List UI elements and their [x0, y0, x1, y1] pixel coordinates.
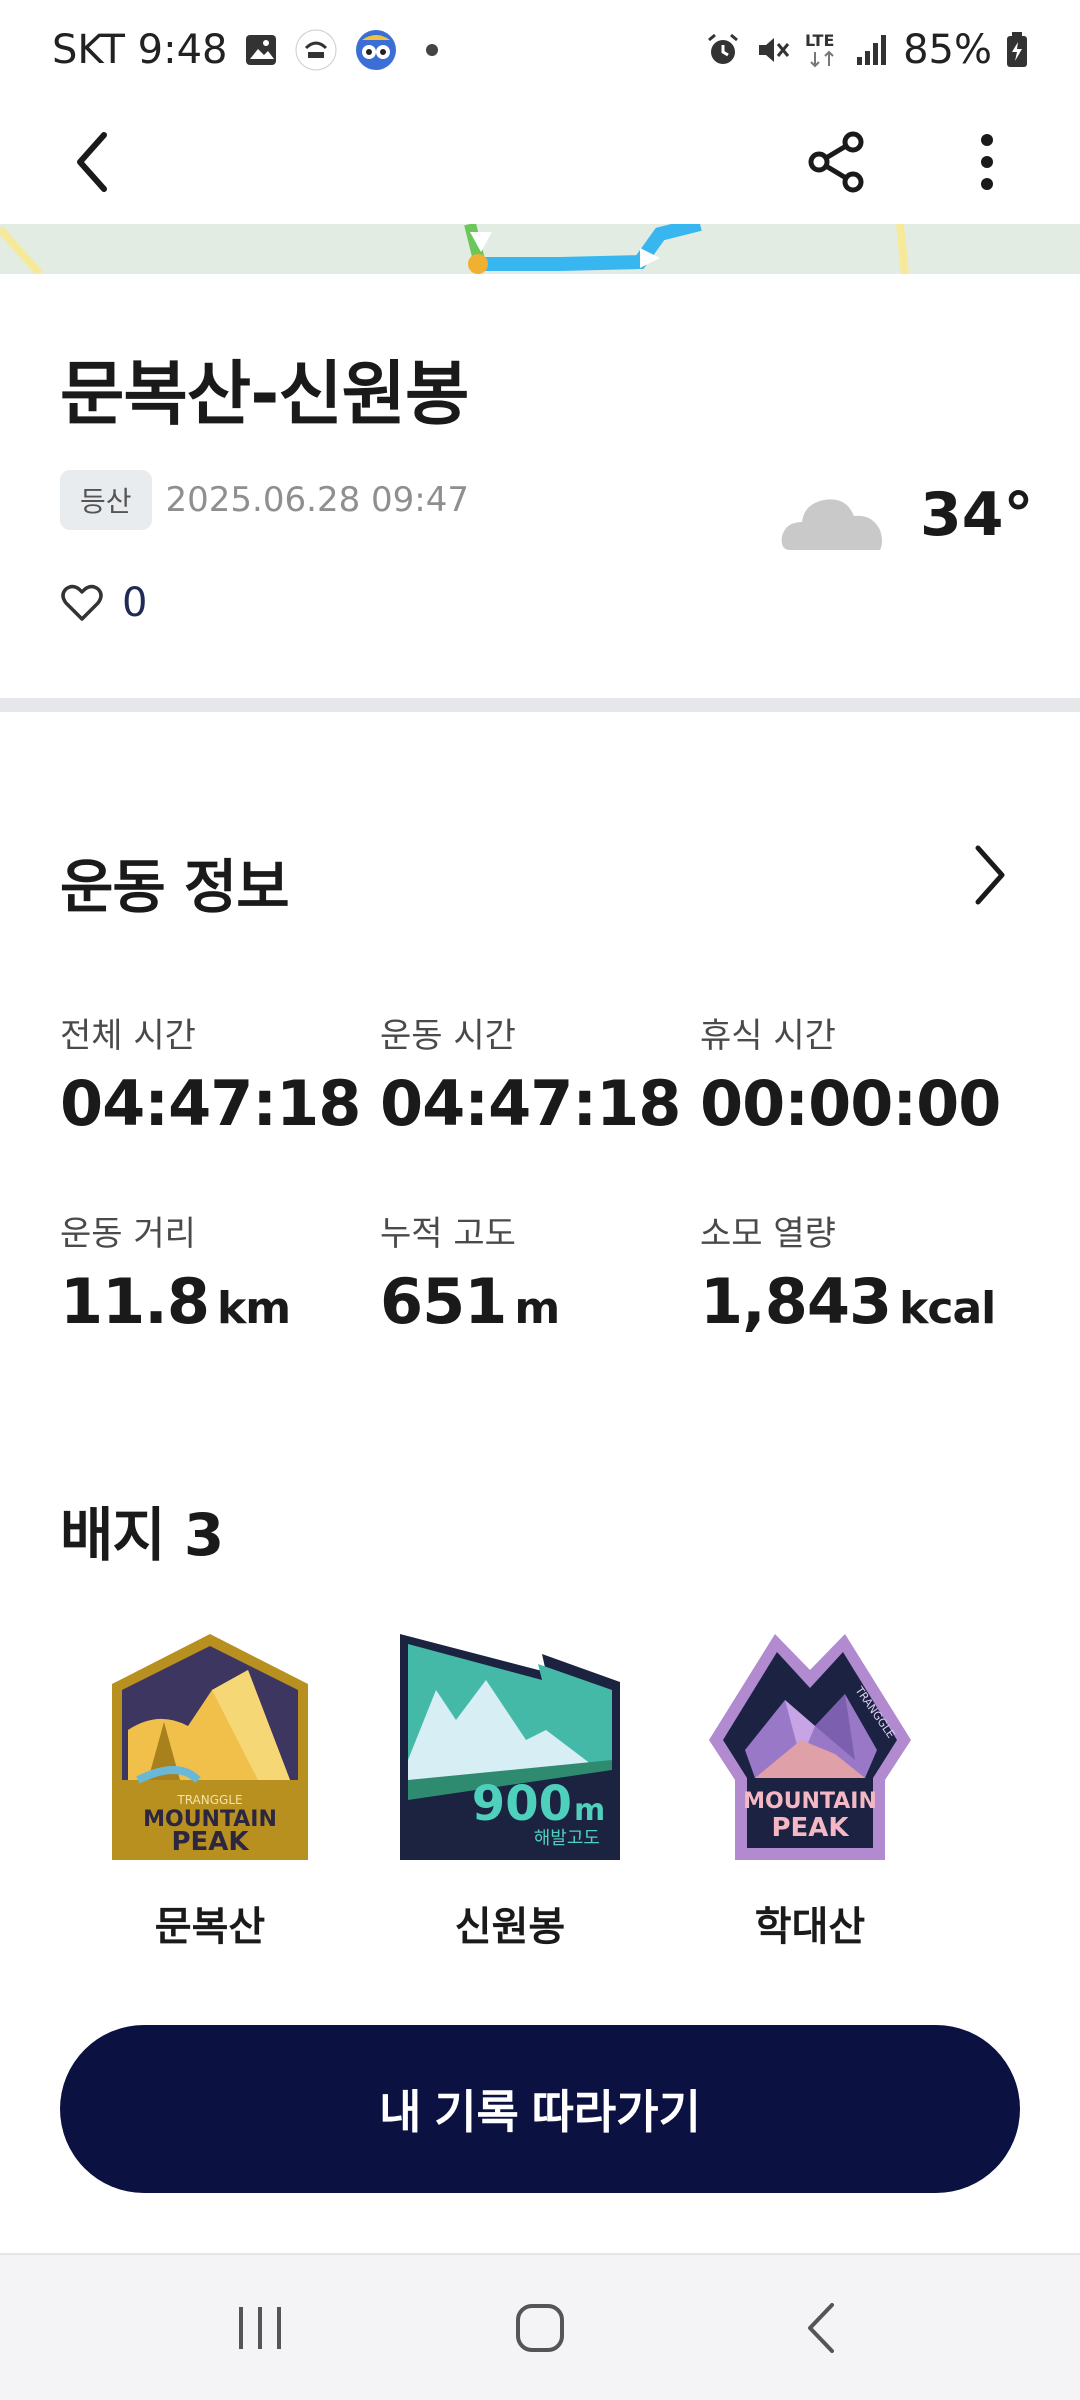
sol-bank-icon [294, 28, 338, 72]
owl-app-icon [354, 28, 398, 72]
route-map[interactable] [0, 224, 1080, 274]
stat-value: 1,843 kcal [700, 1265, 1020, 1338]
follow-record-button[interactable]: 내 기록 따라가기 [60, 2025, 1020, 2193]
system-back-icon [808, 2302, 834, 2353]
badge-name: 학대산 [754, 1904, 866, 1950]
stat-label: 전체 시간 [60, 1016, 196, 1056]
like-count: 0 [122, 580, 148, 626]
badge-name: 문복산 [154, 1904, 266, 1950]
status-right: LTE 85% [705, 27, 1028, 73]
stat-number: 04:47:18 [60, 1067, 361, 1140]
stat-value: 11.8 km [60, 1265, 380, 1338]
stat-total-time: 전체 시간 04:47:18 [60, 1008, 380, 1140]
svg-text:PEAK: PEAK [771, 1813, 849, 1843]
share-icon [808, 131, 864, 193]
stat-value: 00:00:00 [700, 1067, 1020, 1140]
svg-text:해발고도: 해발고도 [534, 1828, 600, 1849]
svg-text:MOUNTAIN: MOUNTAIN [743, 1789, 877, 1814]
badge-name: 신원봉 [454, 1904, 566, 1950]
more-button[interactable] [942, 117, 1032, 207]
home-button[interactable] [480, 2278, 600, 2378]
stat-number: 651 [380, 1265, 507, 1338]
stat-value: 04:47:18 [60, 1067, 380, 1140]
home-icon [516, 2303, 564, 2352]
temperature: 34° [920, 480, 1034, 550]
signal-icon [855, 33, 889, 67]
mountain-peak-badge-gold: TRANGGLE MOUNTAIN PEAK [112, 1634, 308, 1860]
stat-label: 운동 거리 [60, 1214, 196, 1254]
stat-rest-time: 휴식 시간 00:00:00 [700, 1008, 1020, 1140]
share-button[interactable] [792, 117, 882, 207]
status-left: SKT 9:48 [52, 27, 438, 73]
record-meta: 등산 2025.06.28 09:47 [60, 470, 469, 530]
exercise-info-more-button[interactable] [960, 835, 1020, 915]
stat-unit: km [216, 1283, 291, 1334]
carrier-time: SKT 9:48 [52, 27, 228, 73]
exercise-stats: 전체 시간 04:47:18 운동 시간 04:47:18 휴식 시간 00:0… [60, 1008, 1050, 1338]
exercise-info-title: 운동 정보 [60, 853, 290, 921]
stat-label: 휴식 시간 [700, 1016, 836, 1056]
stat-elevation-gain: 누적 고도 651 m [380, 1206, 700, 1338]
record-datetime: 2025.06.28 09:47 [165, 480, 469, 520]
svg-text:TRANGGLE: TRANGGLE [176, 1793, 242, 1807]
stat-unit: m [514, 1283, 560, 1334]
stat-calories: 소모 열량 1,843 kcal [700, 1206, 1020, 1338]
cloud-icon [781, 499, 882, 550]
record-title: 문복산-신원봉 [60, 353, 469, 435]
gallery-icon [244, 33, 278, 67]
stat-moving-time: 운동 시간 04:47:18 [380, 1008, 700, 1140]
svg-text:LTE: LTE [805, 31, 834, 50]
activity-tag: 등산 [60, 470, 152, 530]
battery-icon [1006, 32, 1028, 68]
lte-icon: LTE [805, 30, 841, 70]
stat-number: 00:00:00 [700, 1067, 1001, 1140]
notification-dot [425, 44, 438, 56]
svg-text:PEAK: PEAK [171, 1827, 249, 1857]
mute-icon [755, 32, 791, 68]
stat-number: 11.8 [60, 1265, 210, 1338]
badge-item[interactable]: MOUNTAIN PEAK TRANGGLE 학대산 [660, 1630, 960, 1952]
weather: 34° [780, 480, 1034, 550]
system-back-button[interactable] [760, 2278, 880, 2378]
app-bar-actions [792, 117, 1032, 207]
route-map-graphic [0, 224, 909, 274]
svg-text:900: 900 [472, 1776, 572, 1832]
app-bar [0, 100, 1080, 224]
section-divider [0, 698, 1080, 712]
system-nav-bar [0, 2253, 1080, 2400]
alarm-icon [705, 32, 741, 68]
more-vert-icon [981, 134, 993, 190]
stat-label: 누적 고도 [380, 1214, 516, 1254]
badge-item[interactable]: 900 m 해발고도 신원봉 [360, 1630, 660, 1952]
like-button[interactable]: 0 [60, 580, 147, 626]
svg-text:m: m [574, 1793, 605, 1828]
badge-list: TRANGGLE MOUNTAIN PEAK 문복산 900 m 해발고도 신원… [60, 1630, 1020, 1952]
chevron-right-icon [975, 845, 1005, 905]
stat-value: 651 m [380, 1265, 700, 1338]
back-icon [77, 132, 107, 192]
stat-unit: kcal [899, 1283, 996, 1334]
recents-button[interactable] [200, 2278, 320, 2378]
stat-label: 운동 시간 [380, 1016, 516, 1056]
mountain-peak-badge-purple: MOUNTAIN PEAK TRANGGLE [709, 1634, 911, 1860]
heart-icon [61, 584, 103, 621]
battery-percent: 85% [903, 27, 992, 73]
status-bar: SKT 9:48 LTE 85% [0, 0, 1080, 100]
recents-icon [239, 2306, 281, 2349]
stat-label: 소모 열량 [700, 1214, 836, 1254]
badge-item[interactable]: TRANGGLE MOUNTAIN PEAK 문복산 [60, 1630, 360, 1952]
back-button[interactable] [48, 117, 138, 207]
stat-number: 1,843 [700, 1265, 892, 1338]
stat-value: 04:47:18 [380, 1067, 700, 1140]
elevation-900m-badge: 900 m 해발고도 [400, 1634, 620, 1860]
stat-number: 04:47:18 [380, 1067, 681, 1140]
badges-title: 배지 3 [60, 1501, 224, 1569]
stat-distance: 운동 거리 11.8 km [60, 1206, 380, 1338]
